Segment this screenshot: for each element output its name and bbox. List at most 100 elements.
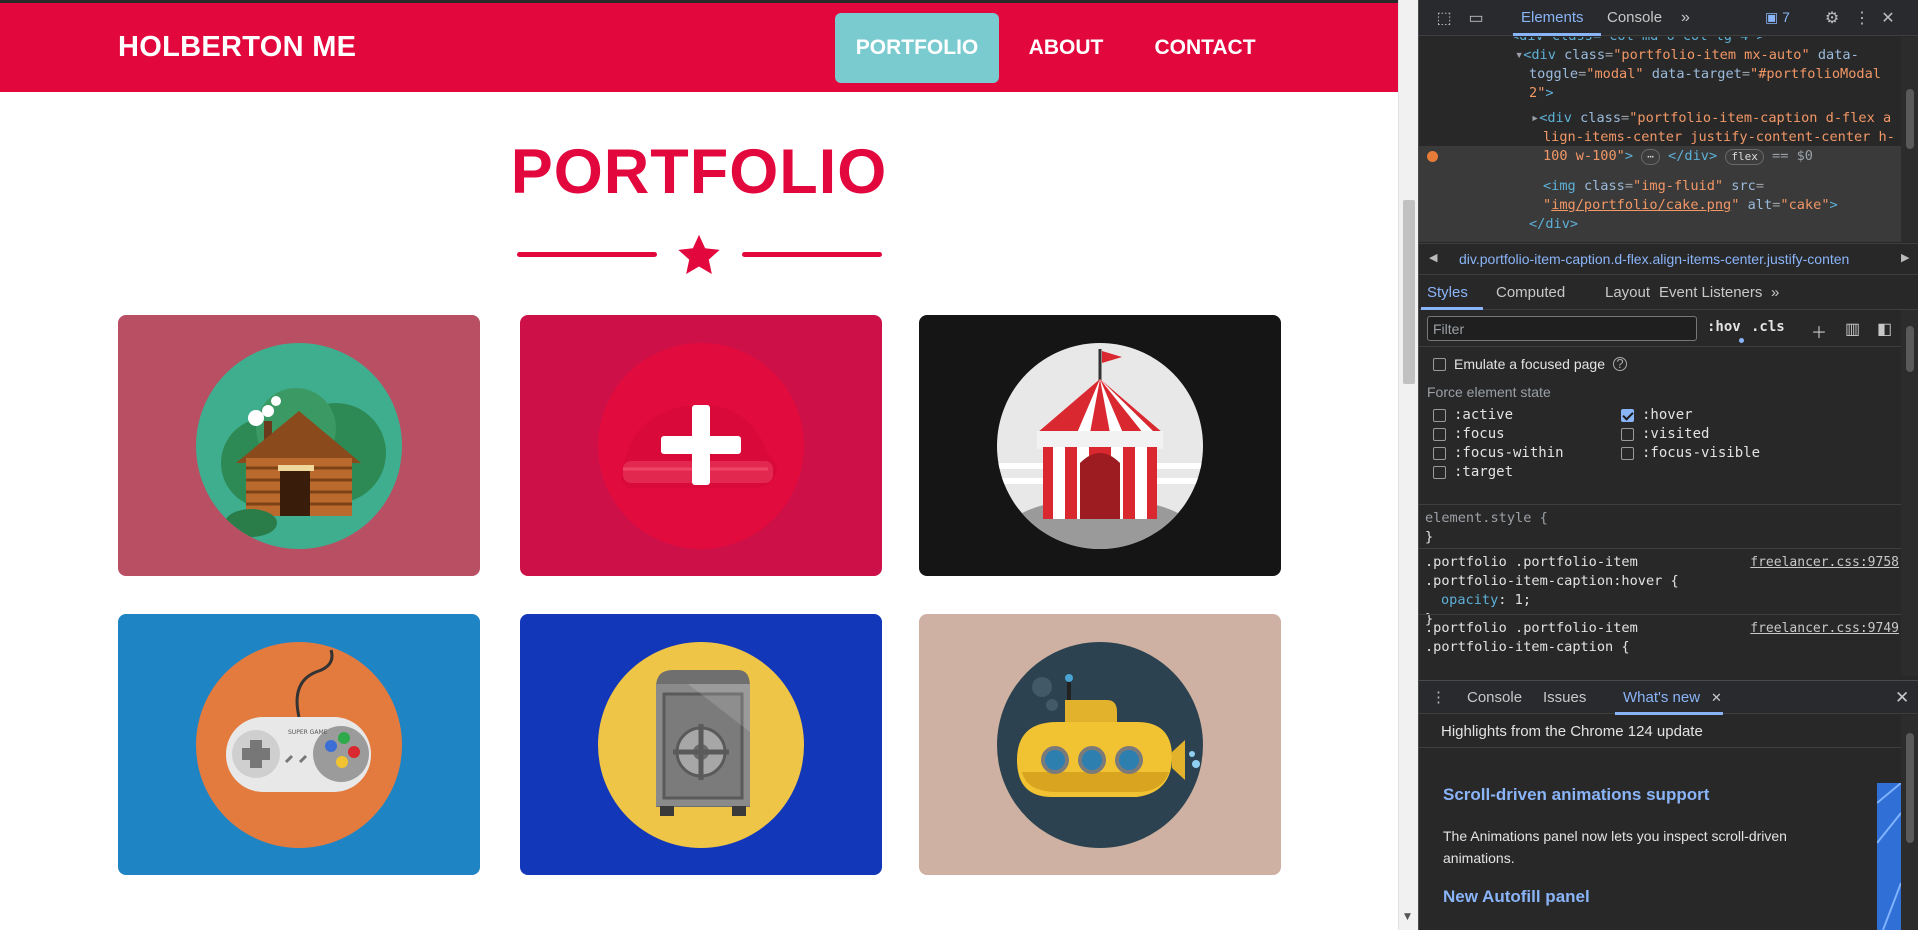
active-tab-indicator [1513,33,1601,36]
close-drawer-icon[interactable]: ✕ [1895,681,1909,715]
portfolio-item-game[interactable]: SUPER GAME [118,614,480,875]
drawer-tab-whats-new[interactable]: What's new [1623,681,1700,715]
styles-scrollbar[interactable] [1901,310,1918,676]
dom-node-caption-cont[interactable]: lign-items-center justify-content-center… [1543,128,1895,148]
tab-layout[interactable]: Layout [1605,276,1650,310]
state-focus-checkbox[interactable]: :focus [1433,426,1505,442]
more-tabs-icon[interactable]: » [1681,0,1690,36]
portfolio-item-cake[interactable] [520,315,882,576]
rule-caption[interactable]: freelancer.css:9749 .portfolio .portfoli… [1419,614,1901,676]
star-icon [678,234,720,274]
brand-logo-link[interactable]: HOLBERTON ME [118,31,356,64]
dom-node-img-cont[interactable]: "img/portfolio/cake.png" alt="cake"> [1543,196,1838,216]
whats-new-scrollbar[interactable] [1901,715,1918,930]
more-tabs-icon[interactable]: » [1771,276,1779,310]
divider [1419,747,1901,748]
stylesheet-link[interactable]: freelancer.css:9749 [1750,619,1899,638]
checkbox-icon[interactable] [1621,446,1634,460]
styles-scrollbar-thumb[interactable] [1906,326,1914,372]
whats-new-scrollbar-thumb[interactable] [1906,733,1914,843]
drawer-tab-issues[interactable]: Issues [1543,681,1586,715]
filter-input[interactable] [1427,316,1697,341]
close-tab-icon[interactable]: ✕ [1711,681,1722,715]
rule-declaration[interactable]: opacity: 1; [1425,591,1895,610]
paint-brush-icon[interactable]: ▥ [1845,319,1860,339]
state-visited-checkbox[interactable]: :visited [1621,426,1709,442]
toggle-sidebar-icon[interactable]: ◧ [1877,319,1892,339]
checkbox-icon[interactable] [1433,446,1446,460]
nav-link-about[interactable]: ABOUT [1016,13,1116,83]
page-scrollbar-thumb[interactable] [1403,200,1415,384]
portfolio-item-circus[interactable] [919,315,1281,576]
state-focus-visible-checkbox[interactable]: :focus-visible [1621,445,1760,461]
dom-scrollbar[interactable] [1901,37,1918,242]
drawer-tab-console[interactable]: Console [1467,681,1522,715]
property-value[interactable]: 1; [1515,592,1531,608]
close-devtools-icon[interactable]: ✕ [1877,8,1899,30]
state-focus-within-checkbox[interactable]: :focus-within [1433,445,1564,461]
tab-styles[interactable]: Styles [1427,276,1468,310]
dom-close-div[interactable]: </div> [1529,215,1578,235]
new-style-rule-icon[interactable]: ＋ [1811,319,1827,343]
portfolio-item-submarine[interactable] [919,614,1281,875]
scroll-down-arrow-icon[interactable]: ▼ [1404,912,1411,922]
stylesheet-link[interactable]: freelancer.css:9758 [1750,553,1899,572]
portfolio-item-safe[interactable] [520,614,882,875]
ellipsis-badge[interactable]: ⋯ [1641,149,1660,165]
state-active-checkbox[interactable]: :active [1433,407,1513,423]
checkbox-icon[interactable] [1433,465,1446,479]
breadcrumb-right-arrow-icon[interactable]: ▶ [1901,251,1909,264]
flex-badge[interactable]: flex [1725,149,1764,165]
nav-link-portfolio[interactable]: PORTFOLIO [835,13,999,83]
help-icon[interactable]: ? [1613,357,1627,371]
nav-link-contact[interactable]: CONTACT [1148,13,1262,83]
rule-element-style[interactable]: element.style { } [1419,504,1901,548]
expand-triangle-icon[interactable]: ▸ [1531,110,1539,126]
dom-node-caption-end[interactable]: 100 w-100"> ⋯ </div> flex == $0 [1543,147,1813,167]
dom-scrollbar-thumb[interactable] [1906,89,1914,149]
checkbox-icon[interactable] [1433,408,1446,422]
dom-img-src-link[interactable]: img/portfolio/cake.png [1551,197,1731,213]
checkbox-icon[interactable] [1433,357,1446,371]
dom-node-portfolio-item[interactable]: ▾<div class="portfolio-item mx-auto" dat… [1515,46,1859,66]
tab-computed[interactable]: Computed [1496,276,1565,310]
property-name[interactable]: opacity [1441,592,1498,608]
whats-new-link-autofill[interactable]: New Autofill panel [1443,887,1590,907]
dom-node-portfolio-item-end[interactable]: 2"> [1529,84,1554,104]
state-hover-checkbox[interactable]: :hover [1621,407,1693,423]
state-label: :focus-visible [1642,445,1761,461]
rule-caption-hover[interactable]: freelancer.css:9758 .portfolio .portfoli… [1419,548,1901,627]
dom-tree[interactable]: <div class="col-md-6 col-lg-4"> ▾<div cl… [1419,37,1901,242]
issues-badge[interactable]: ▣ 7 [1765,9,1790,26]
kebab-menu-icon[interactable]: ⋮ [1851,8,1873,30]
emulate-focus-label: Emulate a focused page [1454,356,1605,372]
tab-console[interactable]: Console [1607,0,1662,36]
inspect-element-icon[interactable]: ⬚ [1433,8,1455,30]
breadcrumb-item[interactable]: div.portfolio-item-caption.d-flex.align-… [1459,251,1884,267]
device-toolbar-icon[interactable]: ▭ [1465,8,1487,30]
whats-new-panel: Highlights from the Chrome 124 update Sc… [1419,715,1918,930]
portfolio-item-cabin[interactable] [118,315,480,576]
tab-elements[interactable]: Elements [1521,0,1584,36]
checked-checkbox-icon[interactable] [1621,408,1634,422]
rule-selector: .portfolio-item-caption:hover { [1425,573,1679,589]
dom-node-portfolio-item-cont[interactable]: toggle="modal" data-target="#portfolioMo… [1529,65,1881,85]
hov-toggle-button[interactable]: :hov [1707,319,1741,335]
dom-node-img[interactable]: <img class="img-fluid" src= [1543,177,1764,197]
whats-new-link-scroll-driven[interactable]: Scroll-driven animations support [1443,785,1709,805]
breadcrumb-left-arrow-icon[interactable]: ◀ [1429,251,1437,264]
checkbox-icon[interactable] [1621,427,1634,441]
emulate-focus-checkbox[interactable]: Emulate a focused page? [1433,356,1627,372]
state-target-checkbox[interactable]: :target [1433,464,1513,480]
page-scrollbar[interactable]: ▼ [1398,0,1418,930]
settings-gear-icon[interactable]: ⚙ [1821,8,1843,30]
dom-class-caption-a: portfolio-item-caption d-flex a [1637,110,1892,126]
cls-toggle-button[interactable]: .cls [1751,319,1785,335]
drawer-menu-icon[interactable]: ⋮ [1431,681,1446,715]
tab-event-listeners[interactable]: Event Listeners [1659,276,1762,310]
drawer-tabbar: ⋮ Console Issues What's new ✕ ✕ [1419,680,1918,715]
checkbox-icon[interactable] [1433,427,1446,441]
dom-node-caption[interactable]: ▸<div class="portfolio-item-caption d-fl… [1531,109,1891,129]
collapse-triangle-icon[interactable]: ▾ [1515,47,1523,63]
force-state-label: Force element state [1427,384,1551,400]
